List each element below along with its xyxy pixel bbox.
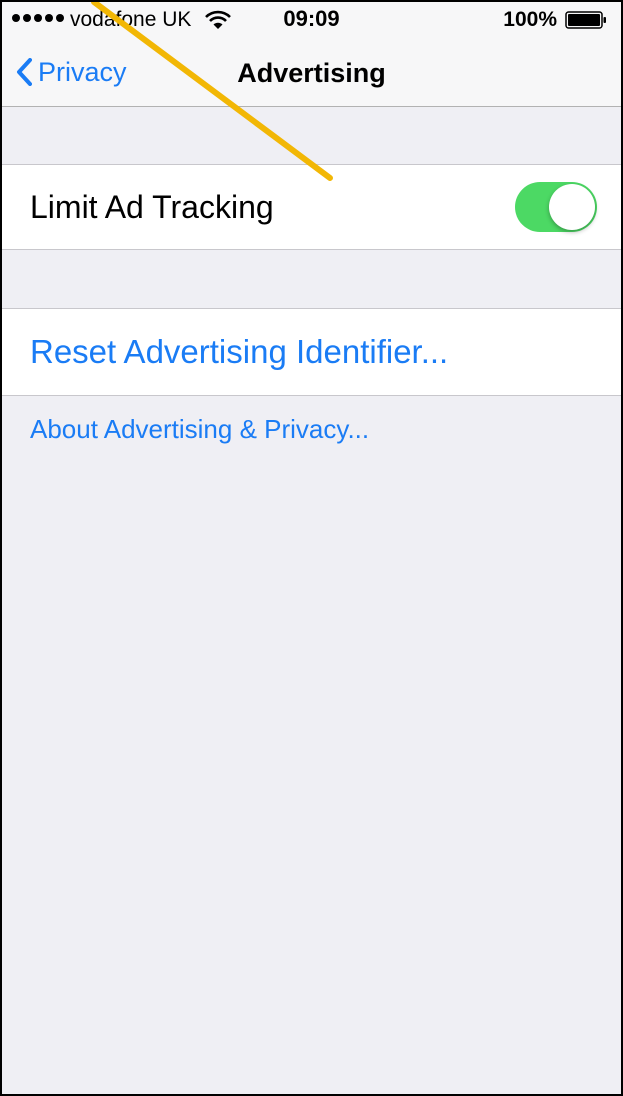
- navigation-bar: Privacy Advertising: [2, 38, 621, 107]
- reset-advertising-identifier-button[interactable]: Reset Advertising Identifier...: [2, 308, 621, 396]
- battery-icon: [565, 11, 606, 29]
- limit-ad-tracking-toggle[interactable]: [515, 182, 597, 232]
- reset-advertising-identifier-label: Reset Advertising Identifier...: [30, 333, 449, 370]
- toggle-knob: [549, 184, 595, 230]
- limit-ad-tracking-row: Limit Ad Tracking: [2, 164, 621, 250]
- page-title: Advertising: [237, 58, 386, 88]
- about-advertising-privacy-link[interactable]: About Advertising & Privacy...: [30, 414, 369, 445]
- limit-ad-tracking-label: Limit Ad Tracking: [30, 189, 274, 225]
- screen-frame: vodafone UK 09:09 100% Privacy Advertisi…: [0, 0, 623, 1096]
- status-bar: vodafone UK 09:09 100%: [2, 2, 621, 38]
- battery-percent: 100%: [503, 8, 557, 31]
